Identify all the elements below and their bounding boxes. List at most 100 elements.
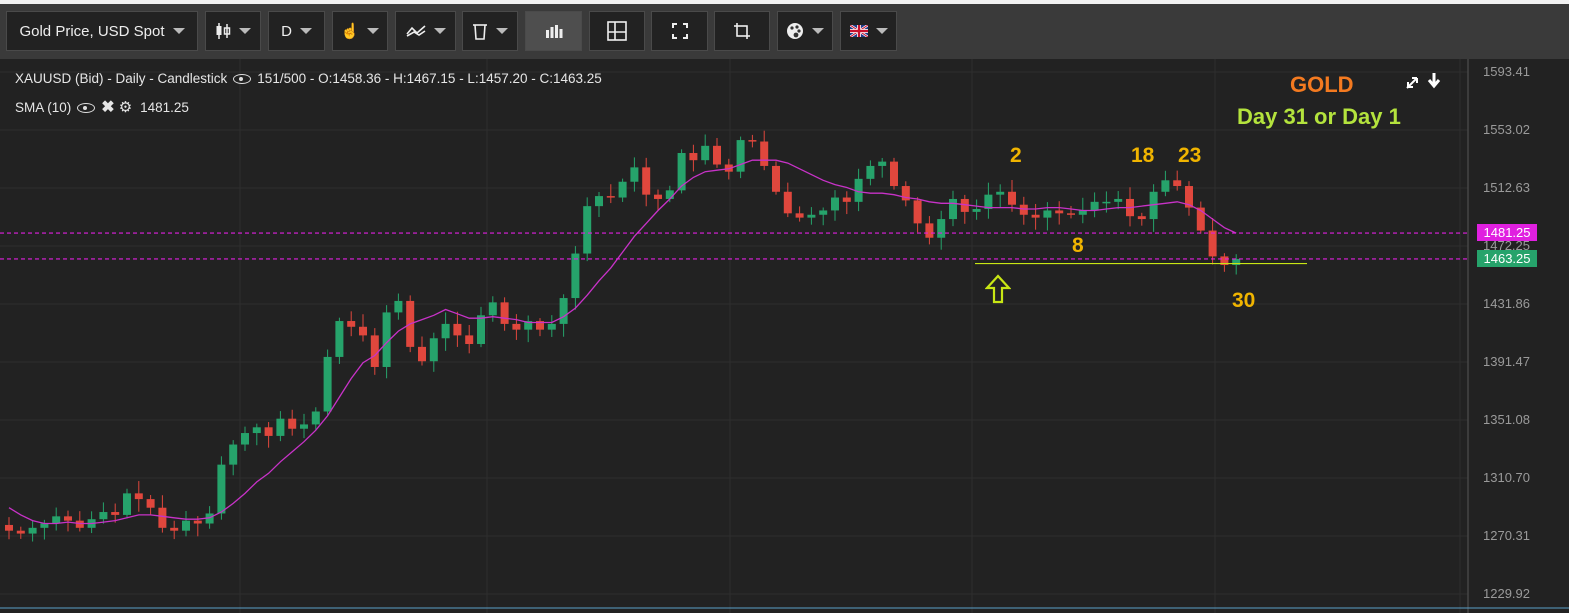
eye-icon[interactable] [233, 74, 252, 85]
candle-down [795, 213, 804, 218]
arrow-up-icon [985, 274, 1011, 304]
candle-down [1031, 214, 1040, 218]
candle-up [819, 210, 828, 215]
candle-down [264, 427, 273, 436]
candle-up [394, 300, 403, 313]
eye-icon[interactable] [77, 103, 96, 114]
candle-down [146, 499, 155, 508]
candle-up [429, 338, 438, 362]
candle-up [229, 444, 238, 465]
candle-up [52, 516, 61, 524]
candle-down [913, 200, 922, 224]
drawing-tools-button[interactable]: ☝ [332, 11, 388, 51]
trash-icon [473, 24, 487, 40]
candle-up [595, 196, 603, 207]
indicators-button[interactable] [395, 11, 456, 51]
candle-up [217, 464, 226, 514]
candle-up [241, 433, 249, 445]
candle-up [28, 527, 37, 534]
price-tick-label: 1512.63 [1483, 180, 1530, 195]
candle-down [465, 335, 474, 345]
chevron-down-icon [239, 28, 251, 34]
sma-value: 1481.25 [140, 100, 189, 115]
candle-up [323, 356, 332, 412]
candle-up [99, 512, 108, 520]
candle-down [925, 223, 934, 238]
candle-up [701, 145, 710, 161]
chart-type-button[interactable] [205, 11, 261, 51]
candle-down [1055, 210, 1064, 214]
candle-down [500, 302, 509, 324]
count-label-18: 18 [1131, 144, 1155, 167]
candle-down [1008, 191, 1016, 205]
hand-pointer-icon: ☝ [340, 22, 360, 40]
volume-button[interactable] [525, 11, 582, 51]
candle-down [418, 346, 426, 362]
sma-label: SMA (10) [15, 100, 72, 115]
sma-line [8, 159, 1237, 525]
price-tick-label: 1351.08 [1483, 412, 1530, 427]
candle-up [949, 198, 957, 220]
candle-up [866, 165, 875, 179]
candle-up [441, 323, 450, 339]
instrument-selector[interactable]: Gold Price, USD Spot [6, 11, 198, 51]
price-tick-label: 1229.92 [1483, 586, 1530, 601]
price-tick-label: 1593.41 [1483, 64, 1530, 79]
expand-icon[interactable] [1404, 71, 1444, 91]
candle-down [654, 194, 662, 199]
chevron-down-icon [812, 28, 824, 34]
candle-up [937, 219, 946, 238]
candle-up [559, 298, 568, 324]
close-icon[interactable]: ✖ [101, 99, 114, 116]
palette-icon [787, 23, 803, 39]
candle-up [736, 140, 745, 172]
candle-up [1043, 210, 1052, 218]
candle-up [1114, 198, 1123, 202]
crop-button[interactable] [714, 11, 770, 51]
candle-down [288, 418, 297, 429]
instrument-label: Gold Price, USD Spot [19, 22, 165, 40]
candle-down [1067, 213, 1075, 215]
candle-up [182, 520, 190, 531]
candle-down [783, 191, 792, 214]
count-label-2: 2 [1010, 144, 1022, 167]
series-info-line: XAUUSD (Bid) - Daily - Candlestick 151/50… [15, 71, 602, 86]
candle-up [1161, 180, 1170, 192]
candle-up [123, 493, 131, 515]
candle-down [748, 140, 757, 142]
language-button[interactable] [840, 11, 897, 51]
theme-button[interactable] [777, 11, 833, 51]
gear-icon[interactable]: ⚙ [119, 99, 132, 116]
gold-title: GOLD [1290, 72, 1354, 97]
day-subtitle: Day 31 or Day 1 [1237, 104, 1401, 129]
price-tick-label: 1270.31 [1483, 527, 1530, 543]
chevron-down-icon [299, 28, 312, 34]
timeframe-button[interactable]: D [268, 11, 325, 51]
candle-down [1208, 230, 1217, 257]
candle-down [64, 516, 72, 521]
candle-up [252, 427, 261, 434]
candle-down [760, 141, 769, 166]
chart-area[interactable]: XAUUSD (Bid) - Daily - Candlestick 151/50… [0, 59, 1569, 613]
candle-up [878, 161, 887, 166]
candle-up [831, 197, 839, 211]
candle-down [370, 335, 379, 367]
layout-button[interactable] [589, 11, 645, 51]
delete-button[interactable] [462, 11, 518, 51]
candle-down [5, 524, 13, 531]
candle-down [512, 323, 521, 330]
candle-up [618, 181, 627, 198]
candle-down [347, 321, 356, 327]
chevron-down-icon [875, 28, 888, 34]
fullscreen-button[interactable] [651, 11, 708, 51]
candle-down [772, 165, 780, 192]
candle-down [689, 153, 698, 161]
candle-down [1019, 204, 1028, 215]
candle-down [453, 323, 462, 336]
candle-up [1102, 201, 1111, 204]
candle-up [665, 190, 674, 199]
candle-down [111, 512, 120, 515]
candle-down [75, 520, 84, 528]
candle-down [134, 493, 143, 500]
chevron-down-icon [172, 28, 185, 34]
